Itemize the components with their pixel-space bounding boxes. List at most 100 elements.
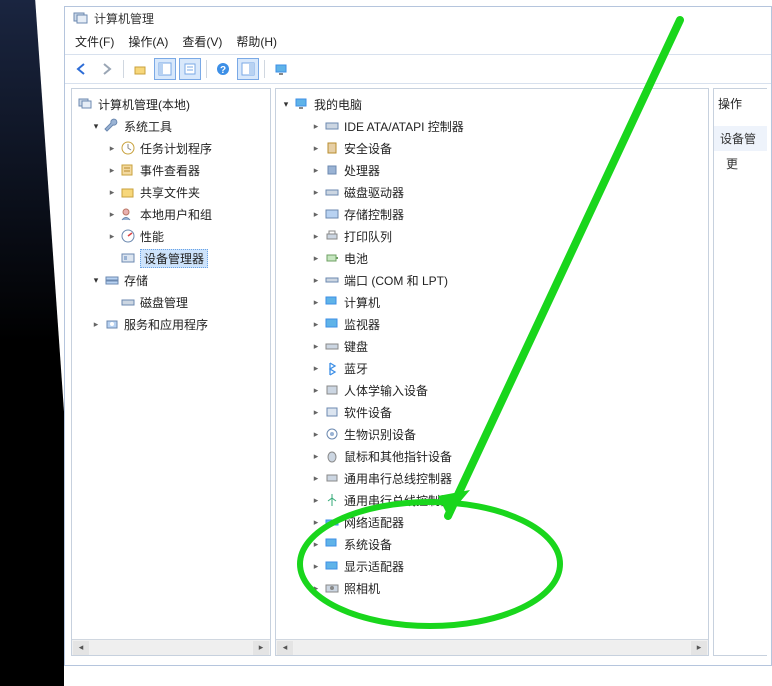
tree-disk-drives[interactable]: ▸ 磁盘驱动器 (310, 181, 706, 203)
separator (123, 60, 124, 78)
tree-print-queues[interactable]: ▸打印队列 (310, 225, 706, 247)
tree-storage[interactable]: ▾ 存储 (90, 269, 268, 291)
tree-label: 网络适配器 (344, 514, 404, 531)
tree-storage-controllers[interactable]: ▸存储控制器 (310, 203, 706, 225)
forward-button[interactable] (96, 58, 118, 80)
tree-services[interactable]: ▸ 服务和应用程序 (90, 313, 268, 335)
tree-monitors[interactable]: ▸监视器 (310, 313, 706, 335)
refresh-button[interactable] (237, 58, 259, 80)
chevron-right-icon[interactable]: ▸ (310, 473, 322, 484)
tree-network-adapters[interactable]: ▸ 网络适配器 (310, 511, 706, 533)
tree-system-devices[interactable]: ▸系统设备 (310, 533, 706, 555)
show-hide-tree-button[interactable] (154, 58, 176, 80)
menu-view[interactable]: 查看(V) (182, 33, 222, 50)
chevron-right-icon[interactable]: ▸ (310, 275, 322, 286)
chevron-right-icon[interactable]: ▸ (106, 209, 118, 220)
tree-device-manager[interactable]: 设备管理器 (106, 247, 268, 269)
tree-label: 任务计划程序 (140, 140, 212, 157)
chevron-down-icon[interactable]: ▾ (90, 275, 102, 286)
chevron-right-icon[interactable]: ▸ (310, 121, 322, 132)
scroll-left-icon[interactable]: ◂ (73, 641, 89, 655)
left-scrollbar[interactable]: ◂ ▸ (72, 639, 270, 655)
chevron-right-icon[interactable]: ▸ (310, 451, 322, 462)
chevron-right-icon[interactable]: ▸ (310, 517, 322, 528)
tree-label: 端口 (COM 和 LPT) (344, 272, 448, 289)
tree-security-devices[interactable]: ▸安全设备 (310, 137, 706, 159)
tree-root-my-computer[interactable]: ▾ 我的电脑 (280, 93, 706, 115)
properties-button[interactable] (179, 58, 201, 80)
chevron-right-icon[interactable]: ▸ (310, 231, 322, 242)
monitor-button[interactable] (270, 58, 292, 80)
chevron-right-icon[interactable]: ▸ (310, 429, 322, 440)
up-button[interactable] (129, 58, 151, 80)
scroll-right-icon[interactable]: ▸ (691, 641, 707, 655)
tree-camera[interactable]: ▸照相机 (310, 577, 706, 599)
chevron-right-icon[interactable]: ▸ (310, 495, 322, 506)
help-button[interactable]: ? (212, 58, 234, 80)
tree-biometric[interactable]: ▸ 生物识别设备 (310, 423, 706, 445)
scroll-track[interactable] (90, 641, 252, 655)
actions-group[interactable]: 设备管 (714, 126, 767, 151)
chevron-right-icon[interactable]: ▸ (106, 231, 118, 242)
chevron-right-icon[interactable]: ▸ (310, 297, 322, 308)
tree-software-devices[interactable]: ▸软件设备 (310, 401, 706, 423)
menu-help[interactable]: 帮助(H) (236, 33, 277, 50)
tree-event-viewer[interactable]: ▸ 事件查看器 (106, 159, 268, 181)
device-mgr-icon (120, 250, 136, 266)
scroll-left-icon[interactable]: ◂ (277, 641, 293, 655)
chevron-right-icon[interactable]: ▸ (310, 187, 322, 198)
tree-display-adapters[interactable]: ▸显示适配器 (310, 555, 706, 577)
tree-bluetooth[interactable]: ▸蓝牙 (310, 357, 706, 379)
chevron-right-icon[interactable]: ▸ (106, 187, 118, 198)
tree-label: 人体学输入设备 (344, 382, 428, 399)
tree-usb-hub[interactable]: ▸通用串行总线控制器 (310, 467, 706, 489)
chevron-right-icon[interactable]: ▸ (310, 561, 322, 572)
chevron-right-icon[interactable]: ▸ (310, 253, 322, 264)
chevron-right-icon[interactable]: ▸ (310, 143, 322, 154)
chevron-down-icon[interactable]: ▾ (280, 99, 292, 110)
tree-mouse[interactable]: ▸鼠标和其他指针设备 (310, 445, 706, 467)
cpu-icon (324, 162, 340, 178)
tree-root-computer-mgmt[interactable]: 计算机管理(本地) (76, 93, 268, 115)
scroll-right-icon[interactable]: ▸ (253, 641, 269, 655)
security-icon (324, 140, 340, 156)
tree-task-scheduler[interactable]: ▸ 任务计划程序 (106, 137, 268, 159)
chevron-right-icon[interactable]: ▸ (106, 143, 118, 154)
menu-action[interactable]: 操作(A) (128, 33, 168, 50)
center-scrollbar[interactable]: ◂ ▸ (276, 639, 708, 655)
chevron-right-icon[interactable]: ▸ (310, 583, 322, 594)
wrench-icon (104, 118, 120, 134)
chevron-right-icon[interactable]: ▸ (310, 341, 322, 352)
bluetooth-icon (324, 360, 340, 376)
scroll-track[interactable] (294, 641, 690, 655)
tree-system-tools[interactable]: ▾ 系统工具 (90, 115, 268, 137)
chevron-right-icon[interactable]: ▸ (310, 539, 322, 550)
tree-shared-folders[interactable]: ▸ 共享文件夹 (106, 181, 268, 203)
chevron-right-icon[interactable]: ▸ (310, 209, 322, 220)
tree-local-users[interactable]: ▸ 本地用户和组 (106, 203, 268, 225)
chevron-right-icon[interactable]: ▸ (106, 165, 118, 176)
actions-more[interactable]: 更 (714, 151, 767, 176)
chevron-right-icon[interactable]: ▸ (310, 363, 322, 374)
chevron-right-icon[interactable]: ▸ (310, 319, 322, 330)
chevron-right-icon[interactable]: ▸ (90, 319, 102, 330)
tree-label: 生物识别设备 (344, 426, 416, 443)
back-button[interactable] (71, 58, 93, 80)
chevron-right-icon[interactable]: ▸ (310, 165, 322, 176)
tree-processor[interactable]: ▸处理器 (310, 159, 706, 181)
tree-usb-controllers[interactable]: ▸通用串行总线控制器 (310, 489, 706, 511)
chevron-down-icon[interactable]: ▾ (90, 121, 102, 132)
tree-ports[interactable]: ▸ 端口 (COM 和 LPT) (310, 269, 706, 291)
tree-battery[interactable]: ▸电池 (310, 247, 706, 269)
actions-header: 操作 (714, 89, 767, 118)
tree-disk-mgmt[interactable]: 磁盘管理 (106, 291, 268, 313)
chevron-right-icon[interactable]: ▸ (310, 385, 322, 396)
tree-computer[interactable]: ▸计算机 (310, 291, 706, 313)
menu-file[interactable]: 文件(F) (75, 33, 114, 50)
tree-label: 磁盘驱动器 (344, 184, 404, 201)
tree-ide-controller[interactable]: ▸IDE ATA/ATAPI 控制器 (310, 115, 706, 137)
tree-performance[interactable]: ▸ 性能 (106, 225, 268, 247)
chevron-right-icon[interactable]: ▸ (310, 407, 322, 418)
tree-keyboards[interactable]: ▸键盘 (310, 335, 706, 357)
tree-hid[interactable]: ▸ 人体学输入设备 (310, 379, 706, 401)
